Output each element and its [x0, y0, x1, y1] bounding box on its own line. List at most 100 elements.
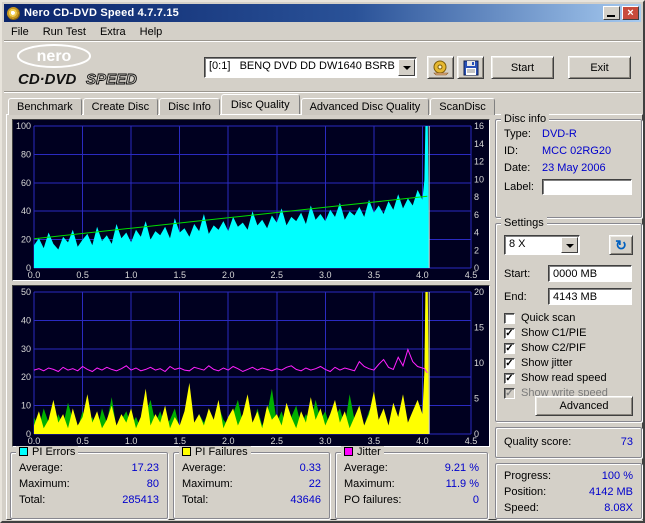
jitter-title: Jitter [357, 446, 381, 458]
svg-text:2.5: 2.5 [271, 436, 284, 446]
speed-select[interactable]: 8 X [504, 235, 580, 255]
pi-failures-title: PI Failures [195, 446, 248, 458]
svg-text:6: 6 [474, 210, 479, 220]
drive-select[interactable]: [0:1] BENQ DVD DD DW1640 BSRB [204, 57, 417, 78]
position-label: Position: [504, 486, 547, 498]
settings-title: Settings [501, 217, 547, 229]
exit-button[interactable]: Exit [568, 56, 631, 79]
pi-errors-average: 17.23 [131, 462, 159, 474]
end-position-value: 4143 MB [553, 291, 598, 303]
menu-item-file[interactable]: File [4, 24, 36, 40]
quality-score-group: Quality score: 73 [495, 427, 642, 458]
pi-errors-title: PI Errors [32, 446, 76, 458]
start-button[interactable]: Start [491, 56, 554, 79]
svg-text:1.0: 1.0 [125, 436, 138, 446]
pi-errors-chart: 0 20 40 60 80 100 0 2 4 6 8 10 12 14 16 0.0 0.5 1.0 1.5 2.0… [12, 119, 490, 281]
tab-create-disc[interactable]: Create Disc [82, 98, 159, 115]
checkbox-box: ✓ [504, 343, 515, 354]
pi-errors-maximum: 80 [146, 478, 159, 490]
refresh-icon: ↻ [615, 237, 627, 253]
disc-date-label: Date: [504, 162, 531, 174]
svg-text:60: 60 [21, 178, 31, 188]
app-window: Nero CD-DVD Speed 4.7.7.15 × File Run Te… [0, 0, 645, 523]
minimize-icon [607, 15, 615, 17]
start-position-value: 0000 MB [553, 268, 598, 280]
menu-item-extra[interactable]: Extra [93, 24, 133, 40]
quality-score-value: 73 [620, 436, 633, 448]
svg-text:100: 100 [16, 121, 31, 131]
end-position-label: End: [504, 291, 527, 303]
close-button[interactable]: × [622, 6, 639, 20]
app-icon [7, 6, 20, 20]
floppy-disk-icon [463, 60, 478, 75]
checkbox-box [504, 313, 515, 324]
svg-text:1.0: 1.0 [125, 270, 138, 280]
settings-group: Settings 8 X ↻ Start: 0000 MB End: 4143 … [495, 217, 642, 422]
menu-item-run-test[interactable]: Run Test [36, 24, 93, 40]
svg-text:8: 8 [474, 192, 479, 202]
svg-text:2: 2 [474, 245, 479, 255]
checkbox-box: ✓ [504, 358, 515, 369]
start-position-field[interactable]: 0000 MB [548, 265, 632, 282]
tab-advanced-disc-quality[interactable]: Advanced Disc Quality [300, 98, 430, 115]
pi-failures-total: 43646 [290, 494, 321, 506]
checkbox-box: ✓ [504, 328, 515, 339]
drive-select-dropdown-button[interactable] [398, 59, 415, 76]
tab-disc-quality[interactable]: Disc Quality [220, 94, 300, 114]
jitter-stats-group: Jitter Average: 9.21 % Maximum: 11.9 % P… [335, 446, 488, 519]
save-button[interactable] [457, 56, 484, 79]
pi-errors-total: 285413 [122, 494, 159, 506]
svg-text:4.5: 4.5 [465, 436, 478, 446]
svg-text:0.5: 0.5 [76, 436, 89, 446]
tab-disc-info[interactable]: Disc Info [159, 98, 220, 115]
pi-failures-average: 0.33 [299, 462, 321, 474]
speed-select-dropdown-button[interactable] [561, 237, 578, 253]
minimize-button[interactable] [603, 6, 620, 20]
tab-benchmark[interactable]: Benchmark [8, 98, 82, 115]
pi-failures-swatch [182, 447, 191, 456]
disc-info-title: Disc info [501, 113, 550, 125]
title-bar: Nero CD-DVD Speed 4.7.7.15 × [4, 4, 641, 22]
svg-text:3.5: 3.5 [368, 270, 381, 280]
speed-select-value: 8 X [509, 238, 526, 250]
eject-disc-button[interactable] [427, 56, 454, 79]
svg-text:50: 50 [21, 287, 31, 297]
svg-text:20: 20 [21, 235, 31, 245]
nero-brand-text: nero [37, 48, 72, 65]
chevron-down-icon [403, 66, 411, 70]
jitter-average: 9.21 % [444, 462, 479, 474]
svg-text:20: 20 [474, 287, 484, 297]
advanced-button[interactable]: Advanced [535, 396, 633, 416]
svg-text:0.0: 0.0 [28, 436, 41, 446]
pi-failures-stats-group: PI Failures Average: 0.33 Maximum: 22 To… [173, 446, 330, 519]
svg-text:3.0: 3.0 [319, 436, 332, 446]
window-title: Nero CD-DVD Speed 4.7.7.15 [24, 7, 179, 19]
pi-failures-maximum: 22 [308, 478, 321, 490]
close-icon: × [627, 7, 634, 19]
svg-text:2.0: 2.0 [222, 436, 235, 446]
pi-errors-stats-group: PI Errors Average: 17.23 Maximum: 80 Tot… [10, 446, 168, 519]
end-position-field[interactable]: 4143 MB [548, 288, 632, 305]
svg-text:3.0: 3.0 [319, 270, 332, 280]
svg-text:12: 12 [474, 157, 484, 167]
jitter-swatch [344, 447, 353, 456]
disc-type-value: DVD-R [542, 128, 577, 140]
logo-speed-text: SPEED [86, 71, 137, 88]
disc-id-value: MCC 02RG20 [542, 145, 612, 157]
refresh-button[interactable]: ↻ [609, 235, 633, 255]
checkbox-box: ✓ [504, 373, 515, 384]
svg-text:15: 15 [474, 323, 484, 333]
disc-date-value: 23 May 2006 [542, 162, 606, 174]
checkbox-box: ✓ [504, 388, 515, 399]
disc-label-field[interactable] [542, 179, 632, 195]
svg-text:10: 10 [474, 174, 484, 184]
tab-scandisc[interactable]: ScanDisc [430, 98, 495, 115]
svg-text:4.0: 4.0 [416, 436, 429, 446]
speed-label: Speed: [504, 502, 539, 514]
nero-logo: nero CD·DVD SPEED [17, 44, 137, 88]
menu-item-help[interactable]: Help [133, 24, 170, 40]
svg-text:0.5: 0.5 [76, 270, 89, 280]
menu-bar: File Run Test Extra Help [4, 23, 641, 41]
speed-value: 8.08X [604, 502, 633, 514]
svg-text:5: 5 [474, 394, 479, 404]
